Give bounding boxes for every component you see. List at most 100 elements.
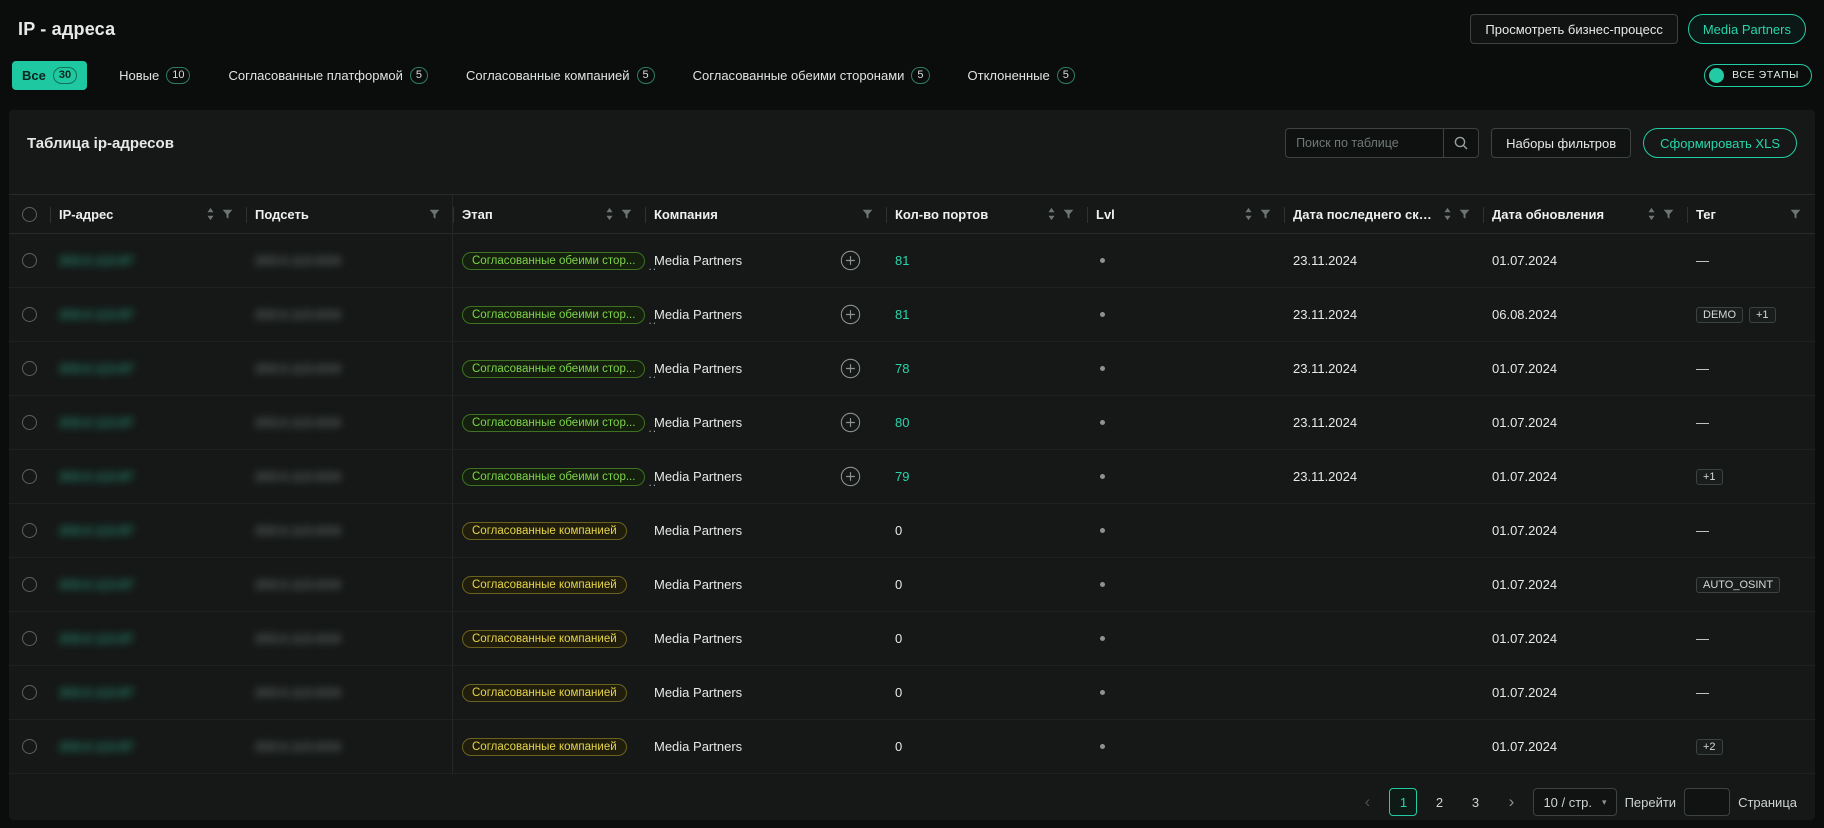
column-header-6: Дата последнего скан... (1285, 195, 1484, 233)
prev-page-button[interactable]: ‹ (1353, 788, 1381, 816)
add-icon[interactable] (840, 250, 861, 271)
filter-icon[interactable] (1063, 209, 1074, 220)
tag-chip: +2 (1696, 739, 1723, 755)
filter-icon[interactable] (429, 209, 440, 220)
company-cell: Media Partners (646, 288, 887, 341)
tab-1[interactable]: Новые10 (113, 61, 196, 90)
filter-icon[interactable] (1663, 209, 1674, 220)
stage-cell: Согласованные компанией (454, 720, 646, 773)
column-label: Этап (462, 207, 493, 222)
updated-date: 01.07.2024 (1492, 523, 1557, 538)
ip-cell: 203.0.113.87 (51, 720, 247, 773)
tab-4[interactable]: Согласованные обеими сторонами5 (687, 61, 936, 90)
ip-address-redacted: 203.0.113.87 (59, 685, 134, 700)
select-all-checkbox[interactable] (22, 207, 37, 222)
org-badge[interactable]: Media Partners (1688, 14, 1806, 44)
filter-icon[interactable] (1260, 209, 1271, 220)
stage-cell: Согласованные компанией (454, 504, 646, 557)
subnet-redacted: 203.0.113.0/24 (255, 685, 341, 700)
page-button-3[interactable]: 3 (1461, 788, 1489, 816)
filter-icon[interactable] (621, 209, 632, 220)
lvl-cell (1088, 396, 1285, 449)
sort-icon[interactable] (1047, 207, 1056, 221)
jump-page-input[interactable] (1684, 788, 1730, 816)
stage-tabs: Все30Новые10Согласованные платформой5Сог… (12, 61, 1081, 90)
search-input[interactable] (1285, 128, 1443, 158)
last-scan-cell (1285, 558, 1484, 611)
subnet-cell: 203.0.113.0/24 (247, 342, 454, 395)
table-row: 203.0.113.87203.0.113.0/24Согласованные … (9, 396, 1815, 450)
next-page-button[interactable]: › (1497, 788, 1525, 816)
row-checkbox[interactable] (22, 307, 37, 322)
table-title: Таблица ip-адресов (27, 135, 174, 152)
filter-icon[interactable] (1790, 209, 1801, 220)
row-checkbox[interactable] (22, 361, 37, 376)
ip-cell: 203.0.113.87 (51, 450, 247, 503)
row-checkbox[interactable] (22, 577, 37, 592)
tab-label: Отклоненные (968, 68, 1050, 83)
column-header-7: Дата обновления (1484, 195, 1688, 233)
row-checkbox[interactable] (22, 739, 37, 754)
lvl-indicator-dot (1100, 690, 1105, 695)
sort-icon[interactable] (206, 207, 215, 221)
tab-count-badge: 5 (911, 67, 929, 84)
company-name: Media Partners (654, 253, 742, 268)
row-checkbox[interactable] (22, 469, 37, 484)
page-button-2[interactable]: 2 (1425, 788, 1453, 816)
subnet-redacted: 203.0.113.0/24 (255, 361, 341, 376)
tab-3[interactable]: Согласованные компанией5 (460, 61, 661, 90)
updated-cell: 01.07.2024 (1484, 396, 1688, 449)
row-checkbox[interactable] (22, 415, 37, 430)
search-button[interactable] (1443, 128, 1479, 158)
lvl-cell (1088, 504, 1285, 557)
table-row: 203.0.113.87203.0.113.0/24Согласованные … (9, 288, 1815, 342)
subnet-cell: 203.0.113.0/24 (247, 720, 454, 773)
add-icon[interactable] (840, 358, 861, 379)
view-business-process-button[interactable]: Просмотреть бизнес-процесс (1470, 14, 1677, 44)
sort-icon[interactable] (605, 207, 614, 221)
row-checkbox[interactable] (22, 523, 37, 538)
updated-date: 01.07.2024 (1492, 685, 1557, 700)
ports-cell: 0 (887, 558, 1088, 611)
page-size-select[interactable]: 10 / стр.▾ (1533, 788, 1616, 816)
tab-5[interactable]: Отклоненные5 (962, 61, 1081, 90)
last-scan-cell (1285, 612, 1484, 665)
lvl-cell (1088, 342, 1285, 395)
sort-icon[interactable] (1244, 207, 1253, 221)
tab-0[interactable]: Все30 (12, 61, 87, 90)
add-icon[interactable] (840, 466, 861, 487)
filter-icon[interactable] (1459, 209, 1470, 220)
ports-count: 79 (895, 469, 909, 484)
tab-2[interactable]: Согласованные платформой5 (222, 61, 434, 90)
filter-icon[interactable] (222, 209, 233, 220)
filter-sets-button[interactable]: Наборы фильтров (1491, 128, 1631, 158)
lvl-cell (1088, 558, 1285, 611)
row-checkbox[interactable] (22, 631, 37, 646)
lvl-indicator-dot (1100, 744, 1105, 749)
tab-label: Согласованные платформой (228, 68, 402, 83)
ip-cell: 203.0.113.87 (51, 666, 247, 719)
updated-date: 01.07.2024 (1492, 415, 1557, 430)
stage-badge: Согласованные компанией (462, 738, 627, 756)
company-name: Media Partners (654, 631, 742, 646)
all-stages-toggle[interactable]: ВСЕ ЭТАПЫ (1704, 64, 1812, 87)
row-checkbox[interactable] (22, 685, 37, 700)
page-button-1[interactable]: 1 (1389, 788, 1417, 816)
sort-icon[interactable] (1443, 207, 1452, 221)
sort-icon[interactable] (1647, 207, 1656, 221)
table-row: 203.0.113.87203.0.113.0/24Согласованные … (9, 666, 1815, 720)
lvl-indicator-dot (1100, 258, 1105, 263)
row-checkbox[interactable] (22, 253, 37, 268)
company-name: Media Partners (654, 739, 742, 754)
add-icon[interactable] (840, 304, 861, 325)
app-header: IP - адреса Просмотреть бизнес-процесс M… (0, 0, 1824, 48)
column-controls (1639, 207, 1680, 221)
row-select-cell (9, 504, 51, 557)
updated-cell: 01.07.2024 (1484, 666, 1688, 719)
add-icon[interactable] (840, 412, 861, 433)
company-name: Media Partners (654, 685, 742, 700)
page-word-label: Страница (1738, 795, 1797, 810)
filter-icon[interactable] (862, 209, 873, 220)
export-xls-button[interactable]: Сформировать XLS (1643, 128, 1797, 158)
updated-cell: 06.08.2024 (1484, 288, 1688, 341)
